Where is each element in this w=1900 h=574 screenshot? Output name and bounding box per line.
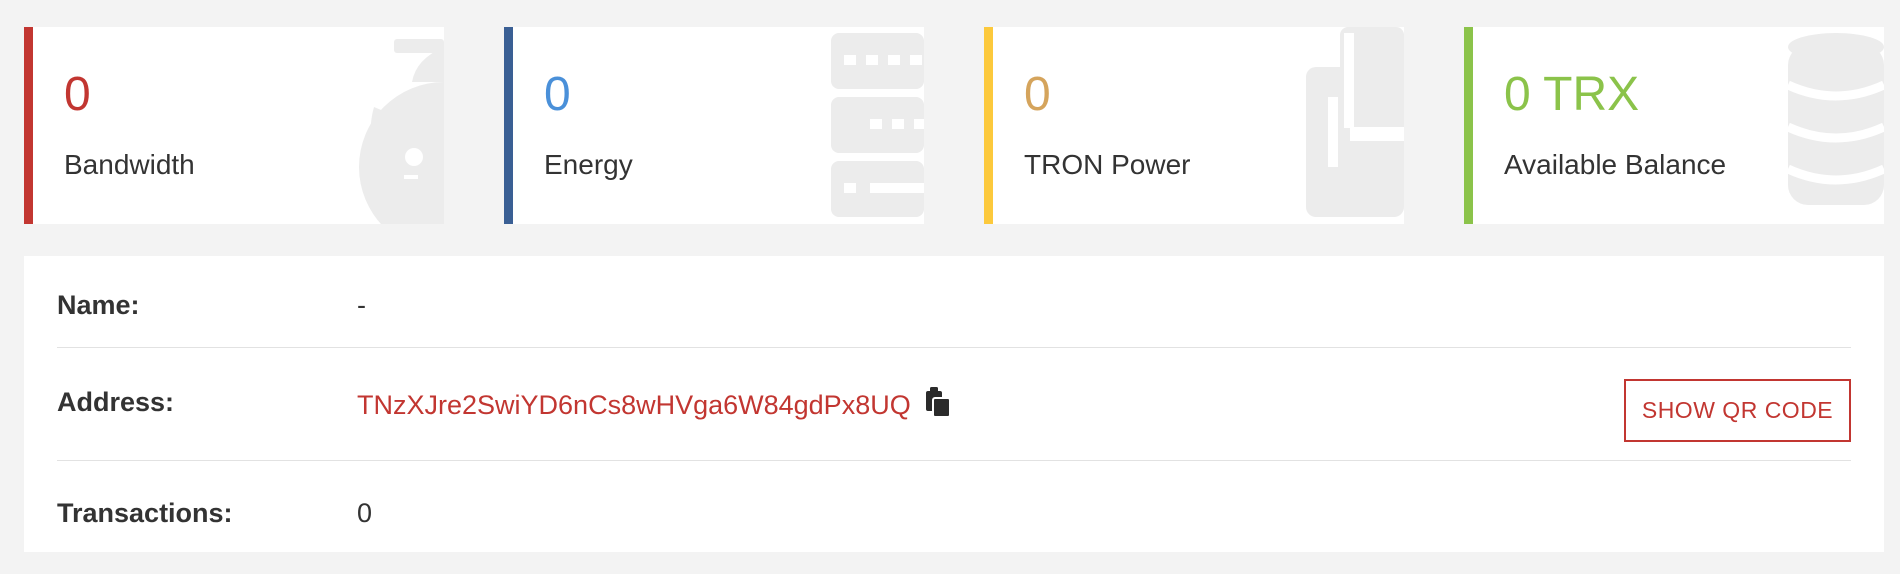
pie-chart-icon bbox=[359, 39, 444, 224]
divider bbox=[57, 460, 1851, 461]
tron-power-value: 0 bbox=[1024, 68, 1051, 121]
address-row: Address: TNzXJre2SwiYD6nCs8wHVga6W84gdPx… bbox=[57, 379, 1851, 442]
divider bbox=[57, 347, 1851, 348]
energy-card: 0 Energy bbox=[504, 27, 924, 224]
name-row: Name: - bbox=[57, 288, 1851, 328]
show-qr-code-button[interactable]: SHOW QR CODE bbox=[1624, 379, 1851, 442]
bandwidth-card: 0 Bandwidth bbox=[24, 27, 444, 224]
database-icon bbox=[1786, 33, 1884, 205]
address-label: Address: bbox=[57, 387, 175, 417]
energy-accent-bar bbox=[504, 27, 513, 224]
tron-power-label: TRON Power bbox=[1024, 149, 1191, 180]
account-details-panel: Name: - Address: TNzXJre2SwiYD6nCs8wHVga… bbox=[24, 256, 1884, 552]
transactions-row: Transactions: 0 bbox=[57, 494, 1851, 534]
tron-power-card: 0 TRON Power bbox=[984, 27, 1404, 224]
balance-accent-bar bbox=[1464, 27, 1473, 224]
transactions-label: Transactions: bbox=[57, 498, 233, 528]
address-value-wrap: TNzXJre2SwiYD6nCs8wHVga6W84gdPx8UQ bbox=[357, 387, 952, 421]
bandwidth-accent-bar bbox=[24, 27, 33, 224]
bar-chart-icon bbox=[1306, 27, 1404, 217]
name-value: - bbox=[357, 290, 366, 320]
energy-value: 0 bbox=[544, 68, 571, 121]
tron-power-accent-bar bbox=[984, 27, 993, 224]
copy-icon[interactable] bbox=[924, 387, 952, 417]
address-link[interactable]: TNzXJre2SwiYD6nCs8wHVga6W84gdPx8UQ bbox=[357, 390, 911, 420]
name-label: Name: bbox=[57, 290, 140, 320]
transactions-value: 0 bbox=[357, 498, 373, 528]
bandwidth-label: Bandwidth bbox=[64, 149, 195, 180]
balance-value: 0 TRX bbox=[1504, 68, 1640, 121]
energy-label: Energy bbox=[544, 149, 633, 180]
balance-card: 0 TRX Available Balance bbox=[1464, 27, 1884, 224]
balance-label: Available Balance bbox=[1504, 149, 1727, 180]
server-icon bbox=[831, 33, 924, 217]
stats-cards: 0 Bandwidth 0 Energy 0 TRON Power 0 TRX … bbox=[24, 27, 1884, 224]
bandwidth-value: 0 bbox=[64, 68, 91, 121]
